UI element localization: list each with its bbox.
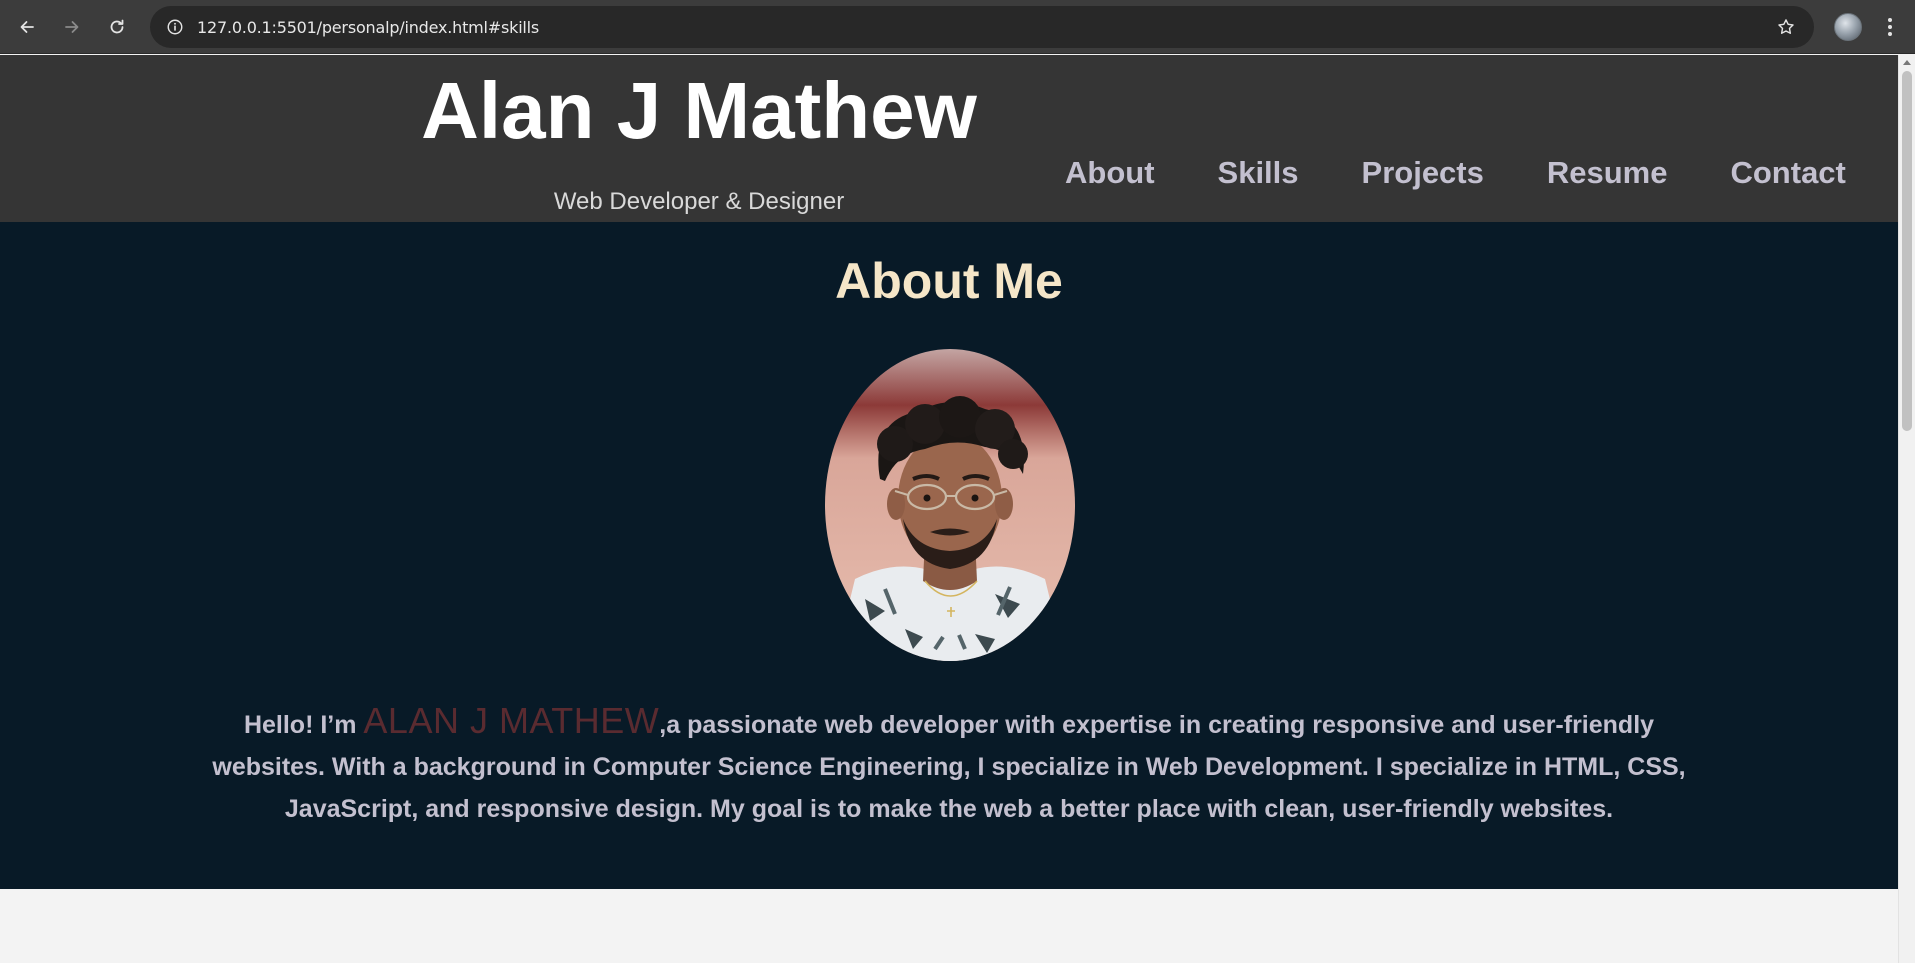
bookmark-button[interactable] [1774, 15, 1798, 39]
profile-photo-illustration [825, 349, 1075, 661]
page-scrollbar[interactable] [1898, 55, 1915, 963]
page-viewport: Alan J Mathew Web Developer & Designer A… [0, 55, 1898, 963]
main-nav: About Skills Projects Resume Contact [1065, 153, 1846, 193]
about-paragraph: Hello! I’m ALAN J MATHEW,a passionate we… [200, 700, 1698, 830]
forward-icon [65, 21, 79, 33]
more-menu-dot [1888, 32, 1892, 36]
nav-link-about[interactable]: About [1065, 155, 1155, 191]
about-intro-prefix: Hello! I’m [243, 711, 364, 739]
nav-link-contact[interactable]: Contact [1730, 155, 1845, 191]
site-title: Alan J Mathew [421, 66, 977, 155]
bookmark-star-icon [1778, 19, 1794, 34]
back-button[interactable] [11, 11, 43, 43]
reload-icon [110, 19, 124, 34]
back-icon [20, 21, 34, 33]
nav-link-skills[interactable]: Skills [1218, 155, 1299, 191]
more-menu-dot [1888, 18, 1892, 22]
about-section: About Me Hello! I’m ALAN J MATHEW,a pass… [0, 222, 1898, 889]
scroll-thumb[interactable] [1902, 71, 1912, 431]
more-menu-icon[interactable] [1880, 13, 1900, 41]
about-heading: About Me [835, 253, 1063, 309]
forward-button[interactable] [56, 11, 88, 43]
nav-link-projects[interactable]: Projects [1362, 155, 1484, 191]
skills-section-top [0, 889, 1898, 963]
reload-button[interactable] [101, 11, 133, 43]
scroll-up-arrow-icon[interactable] [1903, 60, 1911, 65]
site-header: Alan J Mathew Web Developer & Designer A… [0, 55, 1898, 222]
nav-link-resume[interactable]: Resume [1547, 155, 1668, 191]
profile-photo [825, 349, 1075, 661]
browser-toolbar: 127.0.0.1:5501/personalp/index.html#skil… [0, 0, 1915, 54]
address-bar[interactable]: 127.0.0.1:5501/personalp/index.html#skil… [150, 6, 1814, 48]
site-info-icon [167, 19, 183, 35]
more-menu-dot [1888, 25, 1892, 29]
highlighted-name: ALAN J MATHEW [363, 700, 660, 741]
profile-avatar[interactable] [1834, 13, 1862, 41]
site-info-button[interactable] [160, 12, 190, 42]
url-text[interactable]: 127.0.0.1:5501/personalp/index.html#skil… [197, 18, 539, 37]
